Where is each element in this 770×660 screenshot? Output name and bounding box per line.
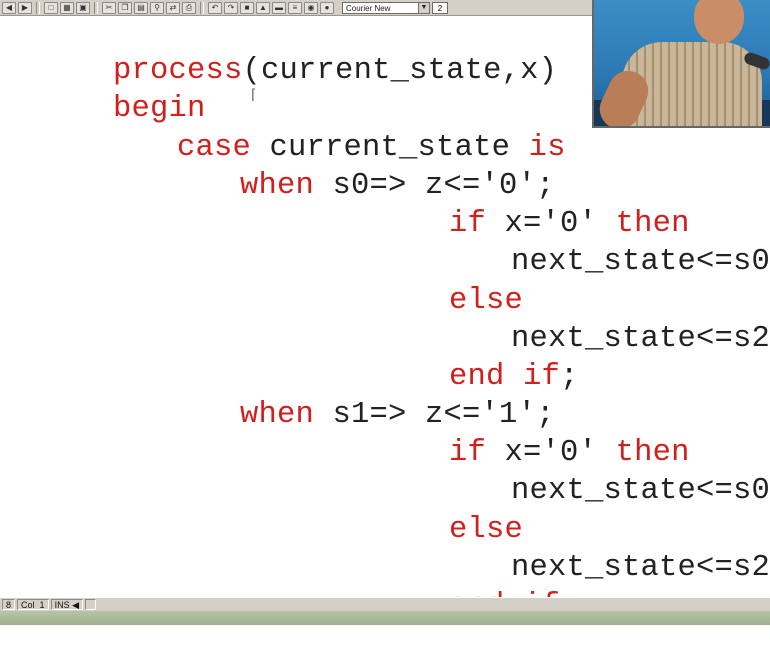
code-text: (current_state,x) [242,54,558,88]
copy-icon[interactable]: ❐ [118,1,132,14]
color-icon[interactable]: ◉ [304,1,318,14]
presenter-head [694,0,744,44]
font-size-select[interactable]: 2 [432,1,448,14]
mouse-cursor-icon: ⌈ [251,87,257,103]
chevron-down-icon[interactable]: ▼ [418,2,429,13]
mode-label: INS [54,600,70,610]
col-label: Col [21,600,35,610]
code-keyword: when [240,169,315,203]
undo-icon[interactable]: ↶ [208,1,222,14]
forward-icon[interactable]: ▶ [18,1,32,14]
code-keyword: when [240,398,315,432]
code-text: next_state<=s0; [511,245,770,279]
font-name-value: Courier New [346,3,391,13]
bold-icon[interactable]: ■ [240,1,254,14]
underline-icon[interactable]: ▬ [272,1,286,14]
print-icon[interactable]: ⎙ [182,1,196,14]
redo-icon[interactable]: ↷ [224,1,238,14]
status-cell [85,599,96,610]
toolbar-separator [200,1,204,14]
font-size-value: 2 [437,3,443,13]
toolbar-separator [36,1,40,14]
desktop-background [0,611,770,625]
open-icon[interactable]: ▦ [60,1,74,14]
help-icon[interactable]: ● [320,1,334,14]
find-icon[interactable]: ⚲ [150,1,164,14]
insert-mode[interactable]: INS ◀ [50,599,84,610]
font-name-select[interactable]: Courier New ▼ [342,1,430,14]
caret-left-icon: ◀ [72,600,80,610]
line-number: 8 [2,599,16,610]
status-bar: 8 Col 1 INS ◀ [0,597,770,611]
new-icon[interactable]: □ [44,1,58,14]
toolbar: ◀ ▶ □ ▦ ▣ ✂ ❐ ▤ ⚲ ⇄ ⎙ ↶ ↷ ■ ▲ ▬ ≡ ◉ ● Co… [0,0,592,16]
code-text: next_state<=s0; [511,474,770,508]
col-value: 1 [39,600,45,610]
save-icon[interactable]: ▣ [76,1,90,14]
align-icon[interactable]: ≡ [288,1,302,14]
paste-icon[interactable]: ▤ [134,1,148,14]
back-icon[interactable]: ◀ [2,1,16,14]
italic-icon[interactable]: ▲ [256,1,270,14]
column-indicator: Col 1 [17,599,49,610]
toolbar-separator [94,1,98,14]
webcam-overlay [592,0,770,128]
replace-icon[interactable]: ⇄ [166,1,180,14]
cut-icon[interactable]: ✂ [102,1,116,14]
code-text: ; [560,360,579,394]
